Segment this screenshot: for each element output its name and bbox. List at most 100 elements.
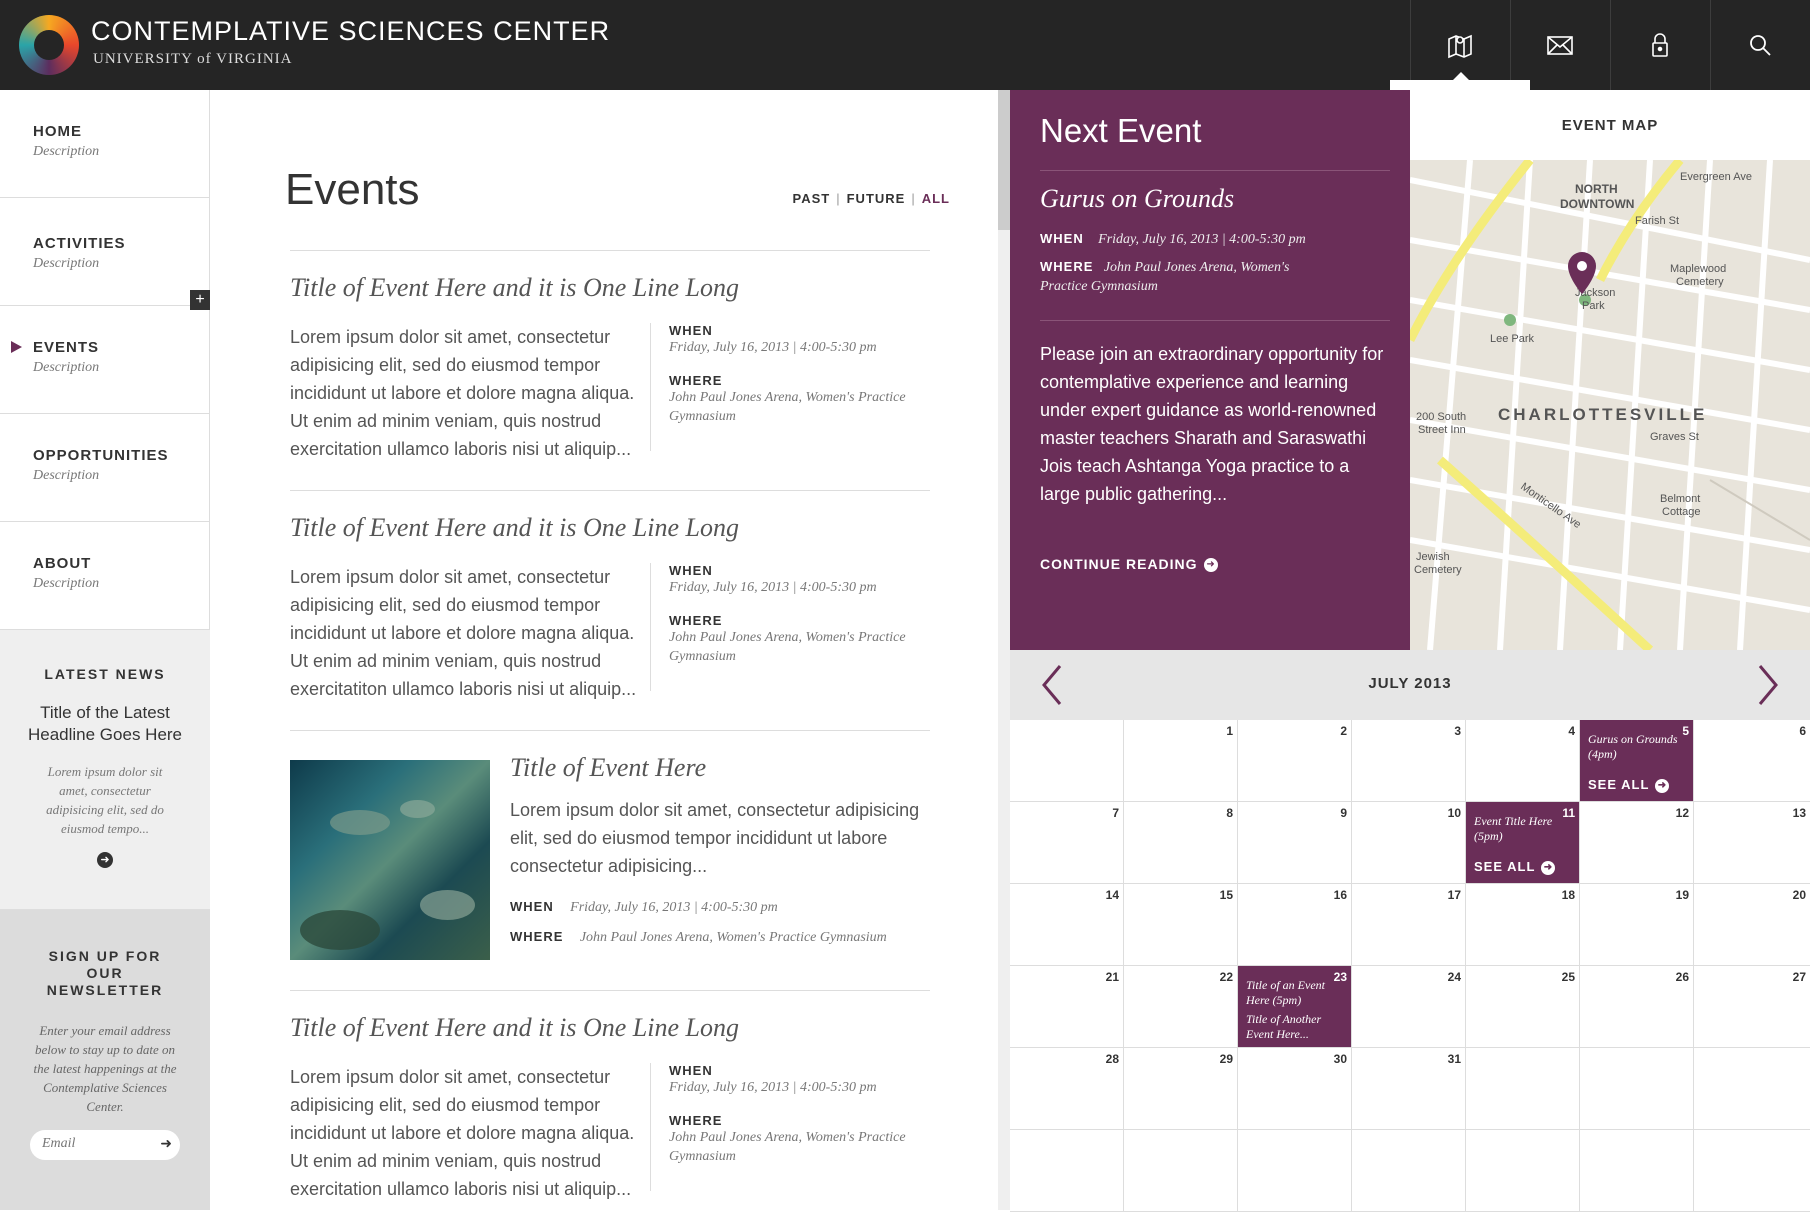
contact-button[interactable] (1510, 0, 1609, 90)
csc-logo[interactable] (19, 15, 79, 75)
continue-reading-link[interactable]: CONTINUE READING ➜ (1040, 556, 1218, 574)
calendar-day[interactable]: 12 (1580, 802, 1694, 884)
svg-text:Lee Park: Lee Park (1490, 333, 1535, 345)
submit-arrow-icon[interactable]: ➜ (160, 1135, 172, 1152)
read-more-arrow-icon[interactable]: ➜ (97, 852, 113, 868)
calendar-day[interactable]: 15 (1124, 884, 1238, 966)
news-headline[interactable]: Title of the Latest Headline Goes Here (25, 702, 185, 746)
day-number: 29 (1219, 1052, 1233, 1066)
calendar-day[interactable]: 16 (1238, 884, 1352, 966)
calendar-day[interactable]: 25 (1466, 966, 1580, 1048)
calendar-day[interactable] (1466, 1130, 1580, 1212)
sidebar-item-about[interactable]: ABOUT Description (0, 522, 210, 630)
calendar-day[interactable]: 21 (1010, 966, 1124, 1048)
calendar-event-title[interactable]: Title of an Event Here (5pm) (1246, 978, 1346, 1008)
event-title[interactable]: Title of Event Here and it is One Line L… (290, 513, 739, 543)
next-event-title[interactable]: Gurus on Grounds (1040, 184, 1234, 214)
divider (290, 490, 930, 491)
search-button[interactable] (1710, 0, 1809, 90)
calendar-day[interactable]: 28 (1010, 1048, 1124, 1130)
see-all-link[interactable]: SEE ALL ➜ (1588, 777, 1670, 793)
email-field[interactable] (42, 1136, 147, 1152)
calendar-day[interactable]: 9 (1238, 802, 1352, 884)
calendar-day[interactable]: 13 (1694, 802, 1810, 884)
calendar-day[interactable]: 17 (1352, 884, 1466, 966)
email-field-wrap: ➜ (30, 1130, 180, 1160)
day-number: 3 (1454, 724, 1461, 738)
day-number: 14 (1105, 888, 1119, 902)
site-subtitle: UNIVERSITY of VIRGINIA (93, 51, 293, 67)
where-label: WHERE (510, 929, 564, 944)
calendar-day[interactable] (1010, 720, 1124, 802)
newsletter-title: SIGN UP FOR OUR NEWSLETTER (46, 948, 164, 998)
calendar-day[interactable]: 3 (1352, 720, 1466, 802)
calendar-day[interactable] (1580, 1048, 1694, 1130)
calendar-day[interactable] (1010, 1130, 1124, 1212)
calendar-day-event[interactable]: 11 Event Title Here (5pm) SEE ALL ➜ (1466, 802, 1580, 884)
event-title[interactable]: Title of Event Here and it is One Line L… (290, 1013, 739, 1043)
sidebar-item-activities[interactable]: + ACTIVITIES Description (0, 198, 210, 310)
lock-icon (1652, 33, 1668, 57)
calendar-event-title[interactable]: Title of Another Event Here... (1246, 1012, 1346, 1042)
arrow-right-icon: ➜ (1655, 779, 1670, 793)
sidebar-item-desc: Description (33, 256, 100, 271)
calendar-day[interactable] (1694, 1130, 1810, 1212)
scrollbar-thumb[interactable] (998, 90, 1010, 230)
calendar-event-title[interactable]: Gurus on Grounds (4pm) (1588, 732, 1688, 762)
calendar-day[interactable]: 6 (1694, 720, 1810, 802)
calendar-day[interactable] (1694, 1048, 1810, 1130)
calendar-day[interactable] (1580, 1130, 1694, 1212)
day-number: 20 (1792, 888, 1806, 902)
calendar-day[interactable]: 19 (1580, 884, 1694, 966)
calendar-day[interactable]: 30 (1238, 1048, 1352, 1130)
calendar-day[interactable]: 31 (1352, 1048, 1466, 1130)
calendar-day[interactable]: 24 (1352, 966, 1466, 1048)
filter-future[interactable]: FUTURE (847, 191, 906, 206)
main-scrollbar[interactable] (998, 90, 1010, 1210)
calendar-day[interactable]: 2 (1238, 720, 1352, 802)
calendar-day[interactable]: 1 (1124, 720, 1238, 802)
see-all-link[interactable]: SEE ALL ➜ (1474, 859, 1556, 875)
calendar-day[interactable]: 29 (1124, 1048, 1238, 1130)
calendar-day[interactable]: 10 (1352, 802, 1466, 884)
day-number: 17 (1447, 888, 1461, 902)
calendar-day[interactable]: 27 (1694, 966, 1810, 1048)
calendar-day[interactable]: 7 (1010, 802, 1124, 884)
event-map[interactable]: NORTH DOWNTOWN CHARLOTTESVILLE Lee Park … (1410, 160, 1810, 650)
sidebar-item-opportunities[interactable]: OPPORTUNITIES Description (0, 414, 210, 522)
svg-text:Cemetery: Cemetery (1414, 564, 1462, 576)
calendar-day[interactable] (1124, 1130, 1238, 1212)
event-title[interactable]: Title of Event Here (510, 753, 706, 783)
event-where: John Paul Jones Arena, Women's Practice … (669, 630, 906, 664)
calendar-day-event[interactable]: 23 Title of an Event Here (5pm) Title of A… (1238, 966, 1352, 1048)
site-title[interactable]: CONTEMPLATIVE SCIENCES CENTER (91, 16, 610, 47)
calendar-day[interactable] (1466, 1048, 1580, 1130)
calendar-day[interactable]: 26 (1580, 966, 1694, 1048)
divider (290, 990, 930, 991)
calendar-day[interactable]: 22 (1124, 966, 1238, 1048)
calendar-day[interactable]: 4 (1466, 720, 1580, 802)
calendar-day[interactable]: 20 (1694, 884, 1810, 966)
event-thumbnail-image[interactable] (290, 760, 490, 960)
calendar-day[interactable]: 14 (1010, 884, 1124, 966)
svg-text:Park: Park (1582, 300, 1605, 312)
filter-all[interactable]: ALL (922, 191, 950, 206)
mail-icon (1547, 36, 1573, 55)
calendar-day-event[interactable]: 5 Gurus on Grounds (4pm) SEE ALL ➜ (1580, 720, 1694, 802)
day-number: 12 (1675, 806, 1689, 820)
filter-past[interactable]: PAST (793, 191, 831, 206)
event-title[interactable]: Title of Event Here and it is One Line L… (290, 273, 739, 303)
login-button[interactable] (1610, 0, 1709, 90)
event-where: John Paul Jones Arena, Women's Practice … (579, 930, 887, 945)
sidebar-item-events[interactable]: EVENTS Description (0, 306, 210, 414)
calendar-day[interactable] (1352, 1130, 1466, 1212)
sidebar-item-home[interactable]: HOME Description (0, 90, 210, 198)
calendar-event-title[interactable]: Event Title Here (5pm) (1474, 814, 1574, 844)
day-number: 22 (1219, 970, 1233, 984)
events-main: Events PAST | FUTURE | ALL Title of Event He… (210, 90, 998, 1210)
next-month-chevron-icon[interactable] (1756, 664, 1780, 706)
calendar-day[interactable] (1238, 1130, 1352, 1212)
calendar-day[interactable]: 18 (1466, 884, 1580, 966)
calendar-day[interactable]: 8 (1124, 802, 1238, 884)
calendar-month: JULY 2013 (1368, 675, 1452, 692)
